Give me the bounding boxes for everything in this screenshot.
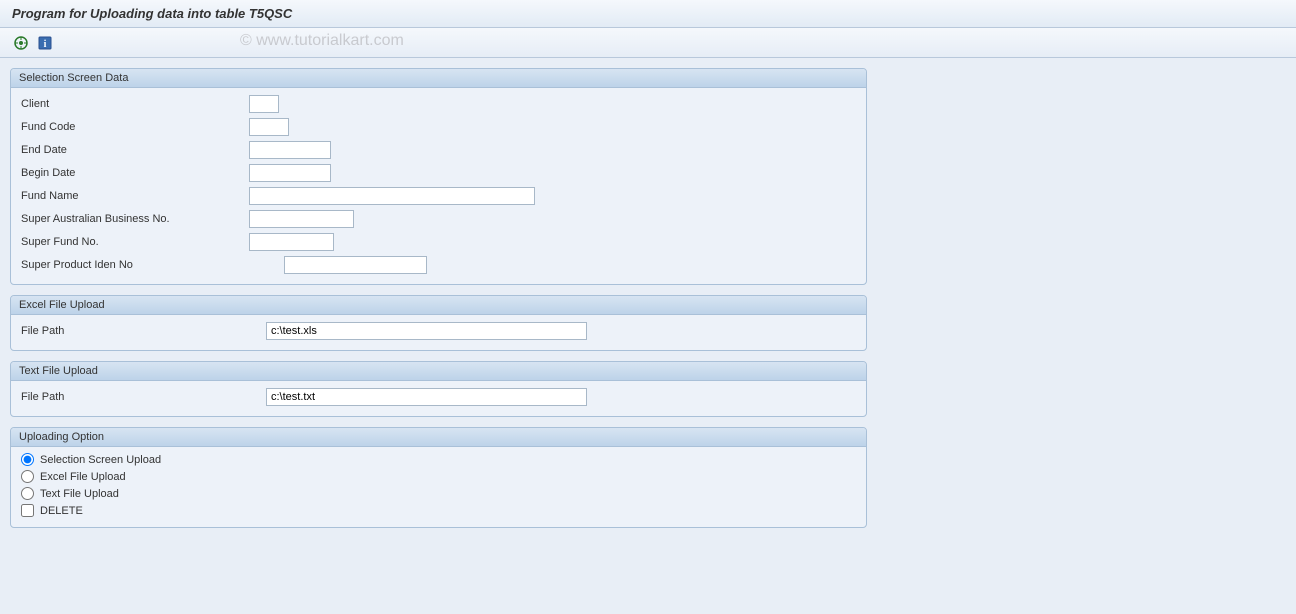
group-header-text: Text File Upload: [11, 362, 866, 381]
input-begin-date[interactable]: [249, 164, 331, 182]
input-super-fund-no[interactable]: [249, 233, 334, 251]
group-header-selection: Selection Screen Data: [11, 69, 866, 88]
label-radio-selection-upload: Selection Screen Upload: [40, 454, 161, 466]
content-area: Selection Screen Data Client Fund Code E…: [0, 58, 1296, 548]
radio-excel-upload[interactable]: [21, 470, 34, 483]
group-uploading-option: Uploading Option Selection Screen Upload…: [10, 427, 867, 528]
label-super-fund-no: Super Fund No.: [19, 236, 249, 248]
group-header-option: Uploading Option: [11, 428, 866, 447]
group-text-upload: Text File Upload File Path: [10, 361, 867, 417]
input-text-file-path[interactable]: [266, 388, 587, 406]
label-client: Client: [19, 98, 249, 110]
input-super-abn[interactable]: [249, 210, 354, 228]
execute-icon[interactable]: [12, 34, 30, 52]
group-selection-screen: Selection Screen Data Client Fund Code E…: [10, 68, 867, 285]
label-end-date: End Date: [19, 144, 249, 156]
label-checkbox-delete: DELETE: [40, 505, 83, 517]
input-fund-code[interactable]: [249, 118, 289, 136]
input-super-prod-id[interactable]: [284, 256, 427, 274]
label-fund-name: Fund Name: [19, 190, 249, 202]
label-radio-text-upload: Text File Upload: [40, 488, 119, 500]
input-excel-file-path[interactable]: [266, 322, 587, 340]
svg-text:i: i: [44, 39, 47, 50]
input-fund-name[interactable]: [249, 187, 535, 205]
label-radio-excel-upload: Excel File Upload: [40, 471, 126, 483]
watermark-text: © www.tutorialkart.com: [240, 32, 404, 50]
label-super-prod-id: Super Product Iden No: [19, 259, 284, 271]
radio-selection-upload[interactable]: [21, 453, 34, 466]
checkbox-delete[interactable]: [21, 504, 34, 517]
page-title: Program for Uploading data into table T5…: [0, 0, 1296, 28]
group-excel-upload: Excel File Upload File Path: [10, 295, 867, 351]
group-header-excel: Excel File Upload: [11, 296, 866, 315]
label-begin-date: Begin Date: [19, 167, 249, 179]
label-super-abn: Super Australian Business No.: [19, 213, 249, 225]
toolbar: i © www.tutorialkart.com: [0, 28, 1296, 58]
label-text-file-path: File Path: [19, 391, 266, 403]
label-fund-code: Fund Code: [19, 121, 249, 133]
label-excel-file-path: File Path: [19, 325, 266, 337]
input-client[interactable]: [249, 95, 279, 113]
radio-text-upload[interactable]: [21, 487, 34, 500]
info-icon[interactable]: i: [36, 34, 54, 52]
input-end-date[interactable]: [249, 141, 331, 159]
